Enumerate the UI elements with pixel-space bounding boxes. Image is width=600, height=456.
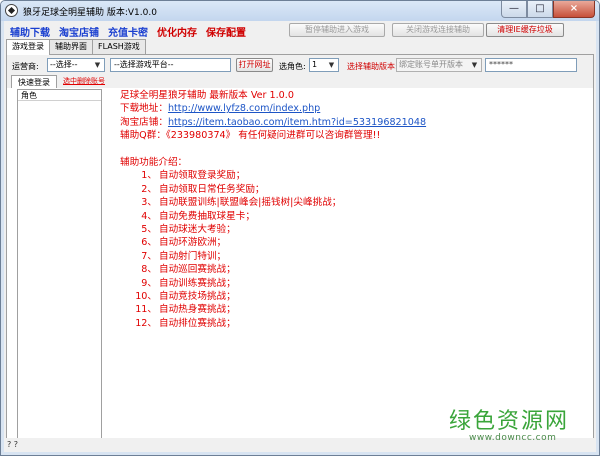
control-row: 运营商: --选择-- ▼ --选择游戏平台-- 打开网址 选角色: 1 ▼ 选… xyxy=(7,55,593,75)
chevron-down-icon: ▼ xyxy=(94,61,101,69)
download-label: 下载地址： xyxy=(120,103,168,115)
role-label: 选角色: xyxy=(279,62,306,71)
watermark-logo: 绿色资源网 xyxy=(449,409,570,434)
window-title: 狼牙足球全明星辅助 版本:V1.0.0 xyxy=(23,8,157,18)
tab-game-login[interactable]: 游戏登录 xyxy=(6,39,50,55)
list-item: 7、 自动射门特训； xyxy=(141,250,227,262)
menu-optimize-memory[interactable]: 优化内存 xyxy=(157,24,197,39)
menu-save-config[interactable]: 保存配置 xyxy=(206,24,246,39)
list-item: 2、 自动领取日常任务奖励； xyxy=(141,183,265,195)
intro-title: 辅助功能介绍： xyxy=(120,157,188,169)
list-item: 1、 自动领取登录奖励； xyxy=(141,170,246,182)
role-select[interactable]: 1 ▼ xyxy=(309,58,339,72)
platform-input[interactable]: --选择游戏平台-- xyxy=(110,58,231,72)
operator-label: 运营商: xyxy=(12,62,39,71)
clear-ie-cache-button[interactable]: 清理IE缓存垃圾 xyxy=(486,23,564,37)
main-tabs: 游戏登录 辅助界面 FLASH游戏 xyxy=(6,39,146,55)
top-menu: 辅助下载 淘宝店铺 充值卡密 优化内存 保存配置 暂停辅助进入游戏 关闭游戏连接… xyxy=(4,21,596,39)
tab-quick-login[interactable]: 快速登录 xyxy=(11,75,57,88)
delete-account-hint[interactable]: 选中删除账号 xyxy=(63,75,105,88)
close-button[interactable]: × xyxy=(553,1,595,18)
menu-recharge[interactable]: 充值卡密 xyxy=(108,24,148,39)
close-game-connection-button[interactable]: 关闭游戏连接辅助 xyxy=(392,23,484,37)
list-item: 3、 自动联盟训练|联盟峰会|摇钱树|尖峰挑战； xyxy=(141,197,342,209)
version-label: 选择辅助版本: xyxy=(347,62,398,71)
open-url-button[interactable]: 打开网址 xyxy=(236,58,273,72)
info-content: 足球全明星狼牙辅助 最新版本 Ver 1.0.0 下载地址：http://www… xyxy=(120,89,580,330)
list-item: 10、 自动竞技场挑战； xyxy=(135,291,236,303)
title-bar[interactable]: 狼牙足球全明星辅助 版本:V1.0.0 — □ × xyxy=(1,1,599,21)
tab-flash-game[interactable]: FLASH游戏 xyxy=(92,39,146,54)
client-area: 辅助下载 淘宝店铺 充值卡密 优化内存 保存配置 暂停辅助进入游戏 关闭游戏连接… xyxy=(4,21,596,451)
menu-taobao-shop[interactable]: 淘宝店铺 xyxy=(59,24,99,39)
download-line: 下载地址：http://www.lyfz8.com/index.php xyxy=(120,102,580,115)
list-item: 9、 自动训练赛挑战； xyxy=(141,277,236,289)
shop-line: 淘宝店铺：https://item.taobao.com/item.htm?id… xyxy=(120,116,580,129)
list-item: 8、 自动巡回赛挑战； xyxy=(141,264,236,276)
qq-group-line: 辅助Q群：《233980374》 有任何疑问进群可以咨询群管理!! xyxy=(120,130,381,142)
list-item: 4、 自动免费抽取球星卡； xyxy=(141,210,255,222)
content-heading: 足球全明星狼牙辅助 最新版本 Ver 1.0.0 xyxy=(120,90,294,101)
chevron-down-icon: ▼ xyxy=(328,61,335,69)
watermark-url: www.downcc.com xyxy=(469,433,557,443)
list-item: 12、 自动排位赛挑战； xyxy=(135,317,236,329)
list-item: 11、 自动热身赛挑战； xyxy=(135,304,236,316)
list-item: 5、 自动球迷大考验； xyxy=(141,224,236,236)
sub-tabs: 快速登录 选中删除账号 xyxy=(7,75,593,88)
shop-label: 淘宝店铺： xyxy=(120,116,168,128)
operator-select-value: --选择-- xyxy=(50,60,78,69)
password-field[interactable]: ****** xyxy=(485,58,577,72)
operator-select[interactable]: --选择-- ▼ xyxy=(47,58,105,72)
maximize-button[interactable]: □ xyxy=(527,1,553,18)
pause-assist-button[interactable]: 暂停辅助进入游戏 xyxy=(289,23,385,37)
game-login-panel: 运营商: --选择-- ▼ --选择游戏平台-- 打开网址 选角色: 1 ▼ 选… xyxy=(6,54,594,449)
download-url-link[interactable]: http://www.lyfz8.com/index.php xyxy=(168,103,320,114)
chevron-down-icon: ▼ xyxy=(471,61,478,69)
tab-assist-ui[interactable]: 辅助界面 xyxy=(49,39,93,54)
version-select[interactable]: 绑定账号单开版本 ▼ xyxy=(396,58,482,72)
list-header-role[interactable]: 角色 xyxy=(18,90,101,101)
menu-download[interactable]: 辅助下载 xyxy=(10,24,50,39)
window-controls: — □ × xyxy=(501,1,595,19)
app-window: 狼牙足球全明星辅助 版本:V1.0.0 — □ × 辅助下载 淘宝店铺 充值卡密… xyxy=(0,0,600,456)
version-select-value: 绑定账号单开版本 xyxy=(399,60,463,69)
list-item: 6、 自动环游欧洲； xyxy=(141,237,227,249)
shop-url-link[interactable]: https://item.taobao.com/item.htm?id=5331… xyxy=(168,117,426,128)
minimize-button[interactable]: — xyxy=(501,1,527,18)
role-list[interactable]: 角色 xyxy=(17,89,102,439)
role-select-value: 1 xyxy=(312,60,318,69)
football-icon xyxy=(5,4,18,17)
